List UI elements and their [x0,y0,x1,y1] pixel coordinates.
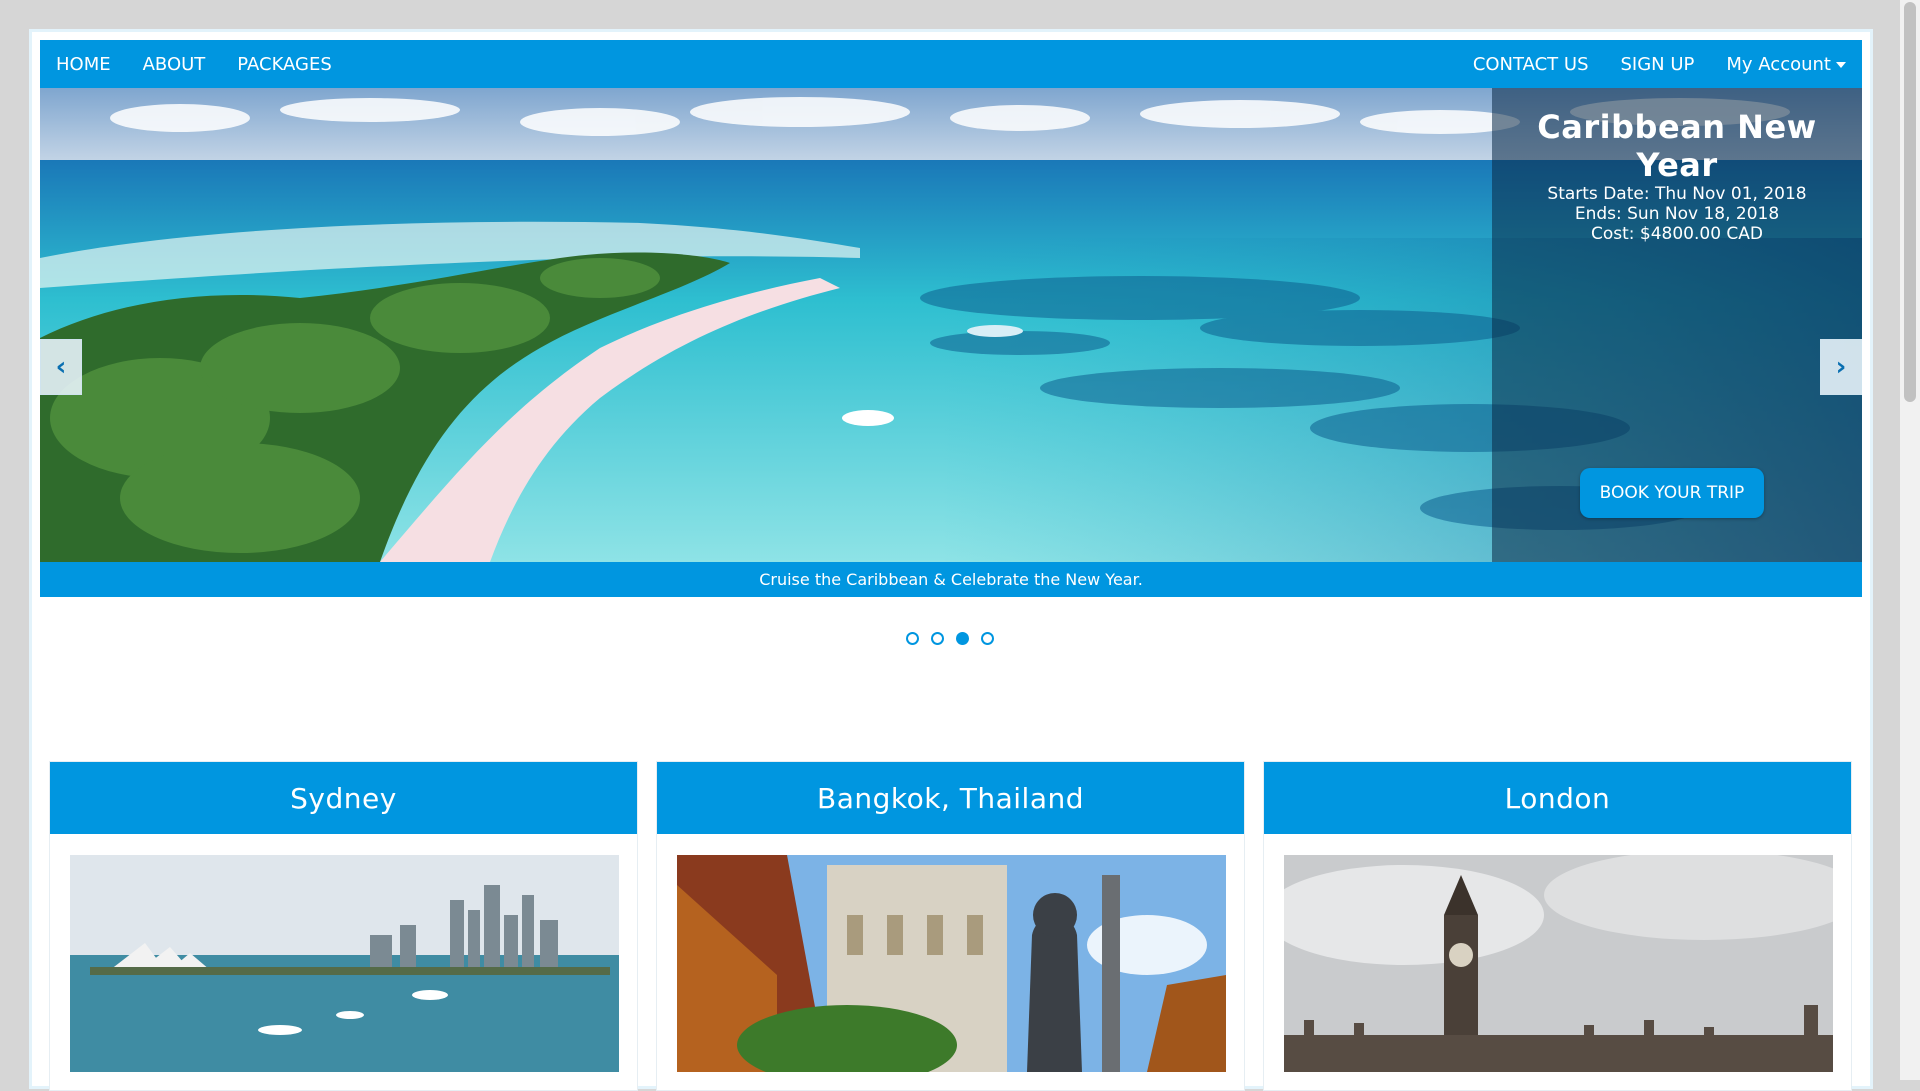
trip-info-panel: Caribbean New Year Starts Date: Thu Nov … [1492,88,1862,562]
nav-signup-link[interactable]: SIGN UP [1621,54,1695,75]
carousel-caption: Cruise the Caribbean & Celebrate the New… [40,562,1862,597]
carousel-next-button[interactable]: › [1820,339,1862,395]
chevron-right-icon: › [1835,352,1847,382]
nav-right-group: CONTACT US SIGN UP My Account [1441,40,1846,88]
london-photo [1284,855,1833,1072]
card-title: London [1264,762,1851,834]
my-account-label: My Account [1726,53,1831,75]
trip-title: Caribbean New Year [1537,108,1817,184]
my-account-dropdown[interactable]: My Account [1726,54,1846,75]
bangkok-photo [677,855,1226,1072]
trip-cost: Cost: $4800.00 CAD [1590,224,1764,244]
caret-down-icon [1836,61,1846,68]
chevron-left-icon: ‹ [55,352,67,382]
page-scrollbar[interactable] [1900,0,1920,1080]
sydney-photo [70,855,619,1072]
scrollbar-thumb[interactable] [1904,2,1916,402]
nav-packages-link[interactable]: PACKAGES [237,54,332,75]
hero-carousel: ‹ Caribbean New Year Starts Date: Thu No… [40,88,1862,562]
destination-card-london[interactable]: London [1263,761,1852,1091]
nav-left-group: HOME ABOUT PACKAGES [56,40,364,88]
card-title: Sydney [50,762,637,834]
nav-home-link[interactable]: HOME [56,54,111,75]
destination-card-bangkok[interactable]: Bangkok, Thailand [656,761,1245,1091]
destination-card-sydney[interactable]: Sydney [49,761,638,1091]
carousel-dot-4[interactable] [981,632,994,645]
nav-about-link[interactable]: ABOUT [143,54,206,75]
book-trip-button[interactable]: BOOK YOUR TRIP [1580,468,1764,518]
carousel-dot-3[interactable] [956,632,969,645]
carousel-indicators [906,632,1006,648]
trip-end-date: Ends: Sun Nov 18, 2018 [1574,204,1780,224]
top-navbar: HOME ABOUT PACKAGES CONTACT US SIGN UP M… [40,40,1862,88]
nav-contact-link[interactable]: CONTACT US [1473,54,1589,75]
carousel-dot-2[interactable] [931,632,944,645]
carousel-prev-button[interactable]: ‹ [40,339,82,395]
carousel-dot-1[interactable] [906,632,919,645]
card-title: Bangkok, Thailand [657,762,1244,834]
trip-start-date: Starts Date: Thu Nov 01, 2018 [1547,184,1807,204]
